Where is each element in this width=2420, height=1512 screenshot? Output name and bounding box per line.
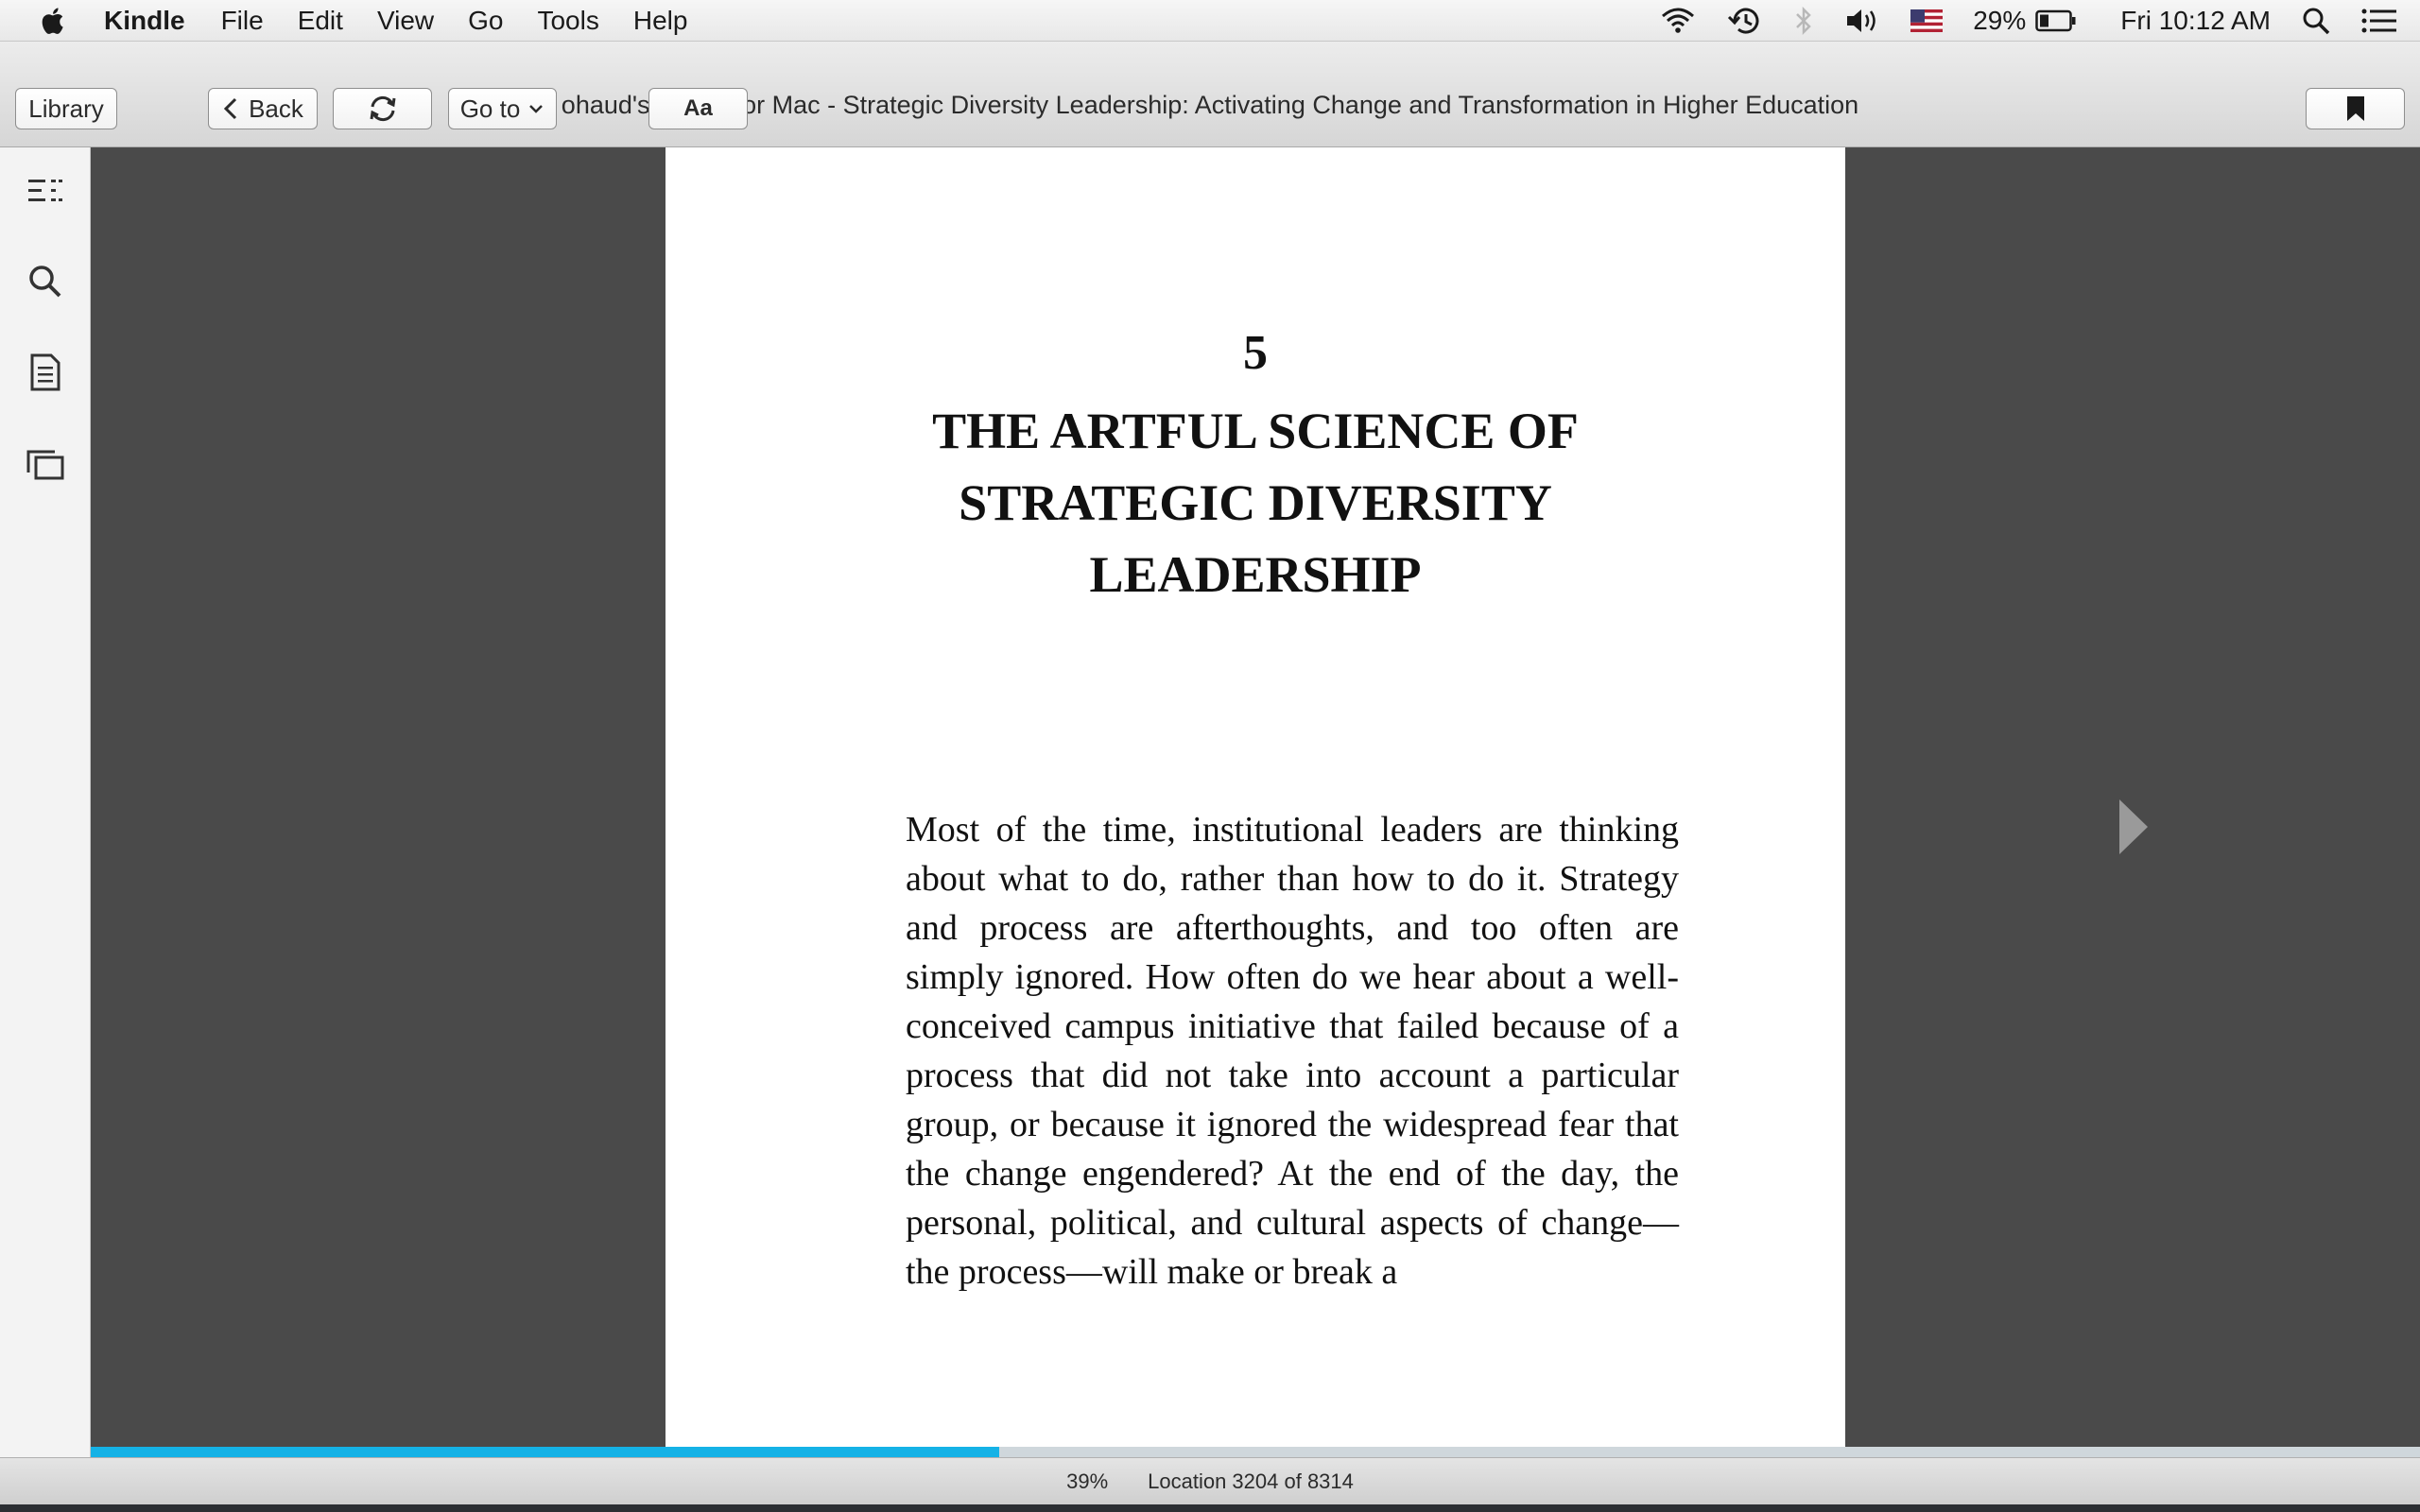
clock[interactable]: Fri 10:12 AM (2120, 6, 2271, 36)
left-sidebar (0, 147, 91, 1457)
library-button-label: Library (28, 94, 104, 123)
status-footer: 39% Location 3204 of 8314 (0, 1457, 2420, 1504)
book-page[interactable]: 5 THE ARTFUL SCIENCE OF STRATEGIC DIVERS… (666, 147, 1845, 1448)
status-area: 29% Fri 10:12 AM (1644, 0, 2420, 42)
apple-icon[interactable] (38, 5, 70, 37)
bluetooth-icon[interactable] (1793, 6, 1814, 36)
menu-kindle[interactable]: Kindle (104, 6, 185, 36)
sync-button[interactable] (333, 88, 432, 129)
desktop-background (0, 1504, 2420, 1512)
chapter-title: THE ARTFUL SCIENCE OF STRATEGIC DIVERSIT… (932, 403, 1579, 603)
notes-icon[interactable] (25, 352, 66, 393)
reading-area: 5 THE ARTFUL SCIENCE OF STRATEGIC DIVERS… (91, 147, 2420, 1448)
battery-status[interactable]: 29% (1973, 6, 2077, 36)
location-indicator: Location 3204 of 8314 (1148, 1469, 1354, 1493)
menu-edit[interactable]: Edit (298, 6, 343, 36)
progress-percent: 39% (1066, 1469, 1109, 1493)
back-button-label: Back (249, 94, 303, 123)
volume-icon[interactable] (1844, 7, 1880, 35)
page-body-text[interactable]: Most of the time, institutional leaders … (906, 805, 1679, 1297)
chevron-down-icon (529, 105, 544, 113)
back-button[interactable]: Back (208, 88, 318, 129)
next-page-arrow-icon[interactable] (2114, 796, 2152, 858)
bookmark-button[interactable] (2306, 88, 2405, 129)
bookmark-icon (2346, 96, 2364, 121)
wifi-icon[interactable] (1659, 7, 1697, 35)
font-settings-button[interactable]: Aa (648, 88, 748, 129)
reading-progress-fill (91, 1447, 999, 1457)
search-icon[interactable] (25, 261, 66, 302)
chevron-left-icon (223, 97, 237, 120)
toc-icon[interactable] (25, 170, 66, 212)
notification-center-icon[interactable] (2361, 8, 2397, 34)
spotlight-search-icon[interactable] (2301, 6, 2331, 36)
menu-go[interactable]: Go (468, 6, 503, 36)
menu-bar: Kindle File Edit View Go Tools Help 29% … (0, 0, 2420, 42)
go-to-button-label: Go to (459, 94, 521, 123)
us-flag-icon[interactable] (1910, 9, 1944, 32)
library-button[interactable]: Library (15, 88, 117, 129)
reading-progress-bar[interactable] (91, 1447, 2420, 1457)
flashcards-icon[interactable] (25, 444, 66, 486)
go-to-button[interactable]: Go to (448, 88, 557, 129)
menu-tools[interactable]: Tools (537, 6, 598, 36)
menu-file[interactable]: File (221, 6, 264, 36)
battery-percent: 29% (1973, 6, 2027, 35)
font-settings-label: Aa (683, 95, 713, 121)
menu-view[interactable]: View (377, 6, 434, 36)
chapter-number: 5 (1243, 326, 1268, 380)
sync-icon (370, 95, 395, 122)
menu-help[interactable]: Help (633, 6, 688, 36)
battery-icon (2035, 9, 2076, 32)
time-machine-icon[interactable] (1727, 5, 1763, 37)
